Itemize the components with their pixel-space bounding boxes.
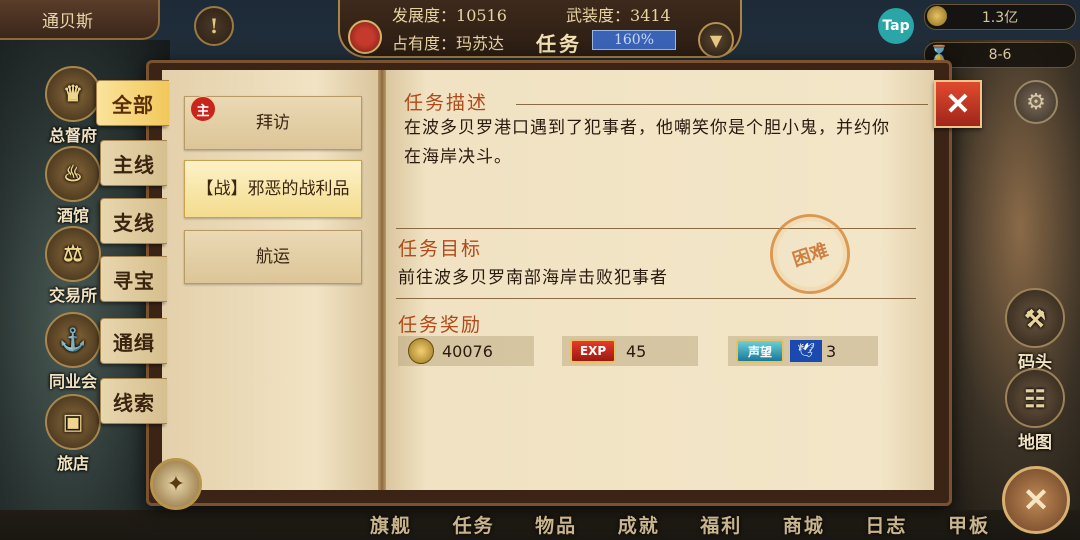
- scales-icon: ⚖: [45, 226, 101, 282]
- anchor-icon: ⚓: [45, 312, 101, 368]
- building-guild[interactable]: ⚓ 同业会: [38, 312, 108, 392]
- reputation-icon: 声望: [736, 339, 784, 363]
- reward-reputation: 声望 🕊 3: [728, 336, 878, 366]
- tab-main[interactable]: 主线: [100, 140, 167, 186]
- development-value: 10516: [456, 6, 507, 25]
- map-button[interactable]: ☷ 地图: [1004, 368, 1066, 453]
- reward-exp: EXP 45: [562, 336, 698, 366]
- nav-quests[interactable]: 任务: [453, 511, 495, 538]
- building-exchange[interactable]: ⚖ 交易所: [38, 226, 108, 306]
- quest-item-evil-loot[interactable]: 【战】邪恶的战利品: [184, 160, 362, 218]
- crown-icon: ♛: [45, 66, 101, 122]
- nav-flagship[interactable]: 旗舰: [370, 511, 412, 538]
- tab-side[interactable]: 支线: [100, 198, 167, 244]
- progress-text: 160%: [613, 32, 655, 48]
- nation-flag-icon[interactable]: [348, 20, 382, 54]
- quest-item-shipping[interactable]: 航运: [184, 230, 362, 284]
- map-scroll-icon: ☷: [1005, 368, 1065, 428]
- description-title: 任务描述: [404, 92, 489, 114]
- bottom-nav: 旗舰 任务 物品 成就 福利 商城 日志 甲板: [370, 508, 990, 540]
- currency-display: 1.3亿: [924, 4, 1076, 30]
- crossed-swords-button[interactable]: ✕: [1002, 466, 1070, 534]
- tap-icon[interactable]: Tap: [878, 8, 914, 44]
- building-tavern[interactable]: ♨ 酒馆: [38, 146, 108, 226]
- tab-wanted[interactable]: 通缉: [100, 318, 167, 364]
- goal-text: 前往波多贝罗南部海岸击败犯事者: [398, 268, 668, 288]
- building-label: 酒馆: [56, 206, 89, 225]
- occupancy-progress-bar: 160%: [592, 30, 676, 50]
- alert-icon[interactable]: !: [194, 6, 234, 46]
- divider: [516, 104, 928, 105]
- reward-title: 任务奖励: [398, 314, 483, 336]
- quest-label: 拜访: [256, 113, 290, 133]
- currency-value: 1.3亿: [981, 10, 1019, 26]
- occupancy-label: 占有度：: [392, 34, 457, 53]
- building-label: 交易所: [48, 286, 97, 305]
- military-stat: 武装度：3414: [566, 2, 671, 26]
- chest-icon: ▣: [45, 394, 101, 450]
- chevron-down-icon[interactable]: ▼: [698, 22, 734, 58]
- occupancy-value: 玛苏达: [456, 34, 505, 53]
- screen-title: 任务: [536, 32, 582, 56]
- reward-exp-value: 45: [626, 341, 647, 361]
- development-stat: 发展度：10516: [392, 2, 507, 26]
- map-label: 地图: [1018, 433, 1052, 453]
- building-inn[interactable]: ▣ 旅店: [38, 394, 108, 474]
- goal-title: 任务目标: [398, 238, 483, 260]
- nav-items[interactable]: 物品: [535, 511, 577, 538]
- gold-coin-icon: [408, 338, 434, 364]
- military-label: 武装度：: [566, 6, 631, 25]
- reward-gold: 40076: [398, 336, 534, 366]
- tab-all[interactable]: 全部: [96, 80, 169, 126]
- book-spine: [378, 70, 386, 490]
- date-value: 8-6: [988, 47, 1012, 63]
- reward-reputation-value: 3: [826, 341, 837, 361]
- nav-log[interactable]: 日志: [865, 511, 907, 538]
- nav-achievements[interactable]: 成就: [618, 511, 660, 538]
- building-label: 同业会: [48, 372, 97, 391]
- main-quest-badge: 主: [190, 96, 216, 122]
- tab-treasure[interactable]: 寻宝: [100, 256, 167, 302]
- tab-clues[interactable]: 线索: [100, 378, 167, 424]
- gold-coin-icon: [927, 6, 947, 26]
- city-name-tab[interactable]: 通贝斯: [0, 0, 160, 40]
- military-value: 3414: [630, 6, 671, 25]
- divider: [396, 298, 916, 299]
- exp-icon: EXP: [570, 339, 616, 363]
- dock-icon: ⚒: [1005, 288, 1065, 348]
- nav-welfare[interactable]: 福利: [700, 511, 742, 538]
- description-text: 在波多贝罗港口遇到了犯事者，他嘲笑你是个胆小鬼，并约你在海岸决斗。: [404, 118, 890, 167]
- chef-icon: ♨: [45, 146, 101, 202]
- city-name: 通贝斯: [42, 11, 93, 32]
- gear-icon[interactable]: ⚙: [1014, 80, 1058, 124]
- dock-button[interactable]: ⚒ 码头: [1004, 288, 1066, 373]
- nav-deck[interactable]: 甲板: [948, 511, 990, 538]
- building-label: 旅店: [56, 454, 89, 473]
- development-label: 发展度：: [392, 6, 457, 25]
- nav-shop[interactable]: 商城: [783, 511, 825, 538]
- quest-label: 【战】邪恶的战利品: [196, 179, 350, 199]
- quest-label: 航运: [256, 247, 290, 267]
- reward-gold-value: 40076: [442, 341, 493, 361]
- compass-icon: ✦: [150, 458, 202, 510]
- close-button[interactable]: ✕: [934, 80, 982, 128]
- occupancy-stat: 占有度：玛苏达: [392, 30, 504, 54]
- bird-icon: 🕊: [790, 340, 822, 362]
